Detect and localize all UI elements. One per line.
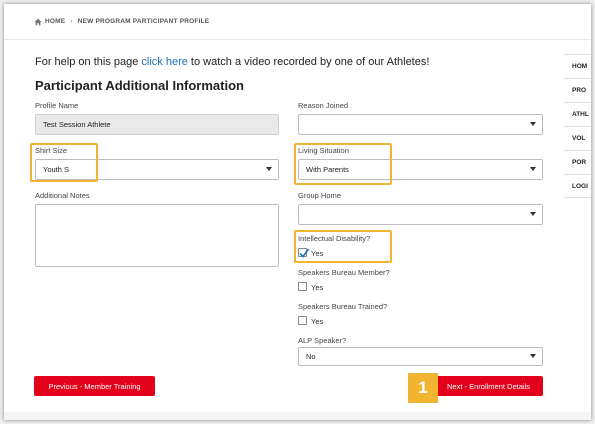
side-nav-item-home[interactable]: HOM — [564, 54, 591, 78]
speakers-bureau-member-checkbox[interactable] — [298, 282, 307, 291]
help-prefix: For help on this page — [35, 56, 142, 68]
speakers-bureau-trained-label: Speakers Bureau Trained? — [298, 302, 388, 311]
alp-speaker-select[interactable]: No — [298, 347, 543, 366]
side-nav-item-volunteers[interactable]: VOL — [564, 126, 591, 150]
profile-name-label: Profile Name — [35, 101, 79, 110]
side-nav: HOM PRO ATHL VOL POR LOGI — [564, 54, 591, 198]
home-icon — [34, 18, 42, 25]
help-suffix: to watch a video recorded by one of our … — [187, 56, 430, 68]
breadcrumb-home[interactable]: HOME — [45, 18, 65, 25]
alp-speaker-value: No — [306, 352, 316, 361]
next-enrollment-details-button[interactable]: Next - Enrollment Details — [434, 376, 543, 396]
side-nav-item-logout[interactable]: LOGI — [564, 174, 591, 198]
chevron-down-icon — [530, 167, 536, 171]
alp-speaker-label: ALP Speaker? — [298, 336, 347, 345]
speakers-bureau-trained-yes-label: Yes — [311, 317, 324, 326]
group-home-select[interactable] — [298, 204, 543, 225]
additional-notes-textarea[interactable] — [35, 204, 279, 267]
breadcrumb-current: NEW PROGRAM PARTICIPANT PROFILE — [77, 18, 210, 25]
profile-name-field: Test Session Athlete — [35, 114, 279, 135]
profile-name-value: Test Session Athlete — [43, 120, 111, 129]
intellectual-disability-highlight — [294, 230, 392, 263]
additional-notes-label: Additional Notes — [35, 191, 90, 200]
chevron-down-icon — [530, 354, 536, 358]
breadcrumb-separator: › — [70, 18, 73, 25]
help-text: For help on this page click here to watc… — [35, 56, 429, 68]
footer-strip — [4, 412, 591, 420]
callout-badge: 1 — [408, 373, 438, 403]
screenshot-frame: HOME › NEW PROGRAM PARTICIPANT PROFILE F… — [0, 0, 595, 424]
side-nav-item-portal[interactable]: POR — [564, 150, 591, 174]
speakers-bureau-member-yes-label: Yes — [311, 283, 324, 292]
shirt-size-highlight — [30, 143, 98, 182]
section-title: Participant Additional Information — [35, 78, 244, 93]
reason-joined-label: Reason Joined — [298, 101, 349, 110]
side-nav-item-athletes[interactable]: ATHL — [564, 102, 591, 126]
chevron-down-icon — [530, 212, 536, 216]
living-situation-highlight — [294, 143, 392, 185]
breadcrumb: HOME › NEW PROGRAM PARTICIPANT PROFILE — [4, 4, 591, 40]
chevron-down-icon — [530, 122, 536, 126]
reason-joined-select[interactable] — [298, 114, 543, 135]
page: HOME › NEW PROGRAM PARTICIPANT PROFILE F… — [4, 4, 591, 420]
side-nav-item-profile[interactable]: PRO — [564, 78, 591, 102]
previous-member-training-button[interactable]: Previous - Member Training — [34, 376, 155, 396]
speakers-bureau-trained-checkbox[interactable] — [298, 316, 307, 325]
speakers-bureau-member-label: Speakers Bureau Member? — [298, 268, 390, 277]
help-video-link[interactable]: click here — [141, 56, 187, 68]
group-home-label: Group Home — [298, 191, 341, 200]
chevron-down-icon — [266, 167, 272, 171]
